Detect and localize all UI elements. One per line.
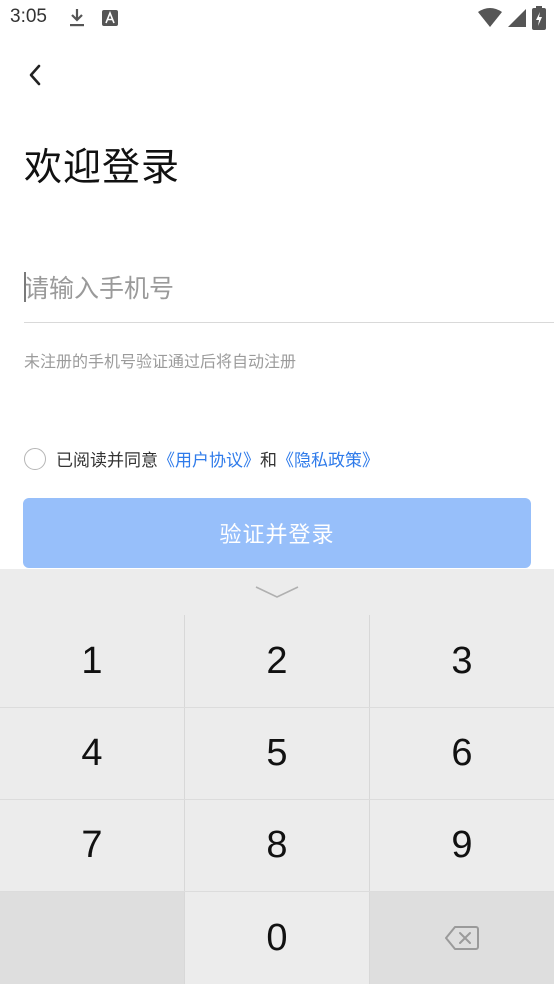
user-agreement-link[interactable]: 《用户协议》 bbox=[158, 446, 260, 471]
download-icon bbox=[70, 9, 84, 27]
key-3[interactable]: 3 bbox=[370, 615, 554, 707]
status-bar: 3:05 bbox=[0, 0, 554, 38]
phone-input[interactable] bbox=[24, 262, 554, 314]
key-blank bbox=[0, 892, 184, 984]
status-notification-icons bbox=[68, 8, 118, 28]
chevron-down-icon bbox=[255, 586, 299, 598]
key-6[interactable]: 6 bbox=[370, 708, 554, 799]
agreement-checkbox[interactable] bbox=[24, 447, 46, 470]
key-4[interactable]: 4 bbox=[0, 708, 184, 799]
status-time: 3:05 bbox=[10, 6, 47, 27]
chevron-left-icon bbox=[29, 64, 41, 86]
login-button[interactable]: 验证并登录 bbox=[23, 498, 531, 568]
privacy-policy-link[interactable]: 《隐私政策》 bbox=[277, 446, 379, 471]
delete-key[interactable] bbox=[370, 892, 554, 984]
register-hint: 未注册的手机号验证通过后将自动注册 bbox=[24, 352, 297, 371]
key-divider bbox=[0, 707, 554, 708]
key-9[interactable]: 9 bbox=[370, 800, 554, 891]
agreement-row: 已阅读并同意 《用户协议》 和 《隐私政策》 bbox=[24, 446, 379, 471]
key-7[interactable]: 7 bbox=[0, 800, 184, 891]
backspace-icon bbox=[445, 926, 479, 950]
key-0[interactable]: 0 bbox=[185, 892, 369, 984]
status-system-icons bbox=[478, 6, 546, 30]
numeric-keyboard: 1 2 3 4 5 6 7 8 9 0 bbox=[0, 569, 554, 984]
battery-icon bbox=[532, 6, 546, 30]
page-title: 欢迎登录 bbox=[24, 145, 181, 189]
key-2[interactable]: 2 bbox=[185, 615, 369, 707]
keyboard-collapse-button[interactable] bbox=[0, 569, 554, 615]
wifi-icon bbox=[478, 8, 502, 27]
back-button[interactable] bbox=[18, 58, 52, 92]
key-divider bbox=[0, 891, 554, 892]
cell-signal-icon bbox=[508, 9, 526, 27]
text-caret bbox=[24, 272, 26, 302]
key-1[interactable]: 1 bbox=[0, 615, 184, 707]
phone-field[interactable] bbox=[24, 262, 554, 323]
agreement-prefix: 已阅读并同意 bbox=[56, 451, 158, 471]
app-notification-icon bbox=[102, 10, 118, 26]
agreement-conjunction: 和 bbox=[260, 451, 277, 471]
key-8[interactable]: 8 bbox=[185, 800, 369, 891]
key-5[interactable]: 5 bbox=[185, 708, 369, 799]
key-divider bbox=[0, 799, 554, 800]
